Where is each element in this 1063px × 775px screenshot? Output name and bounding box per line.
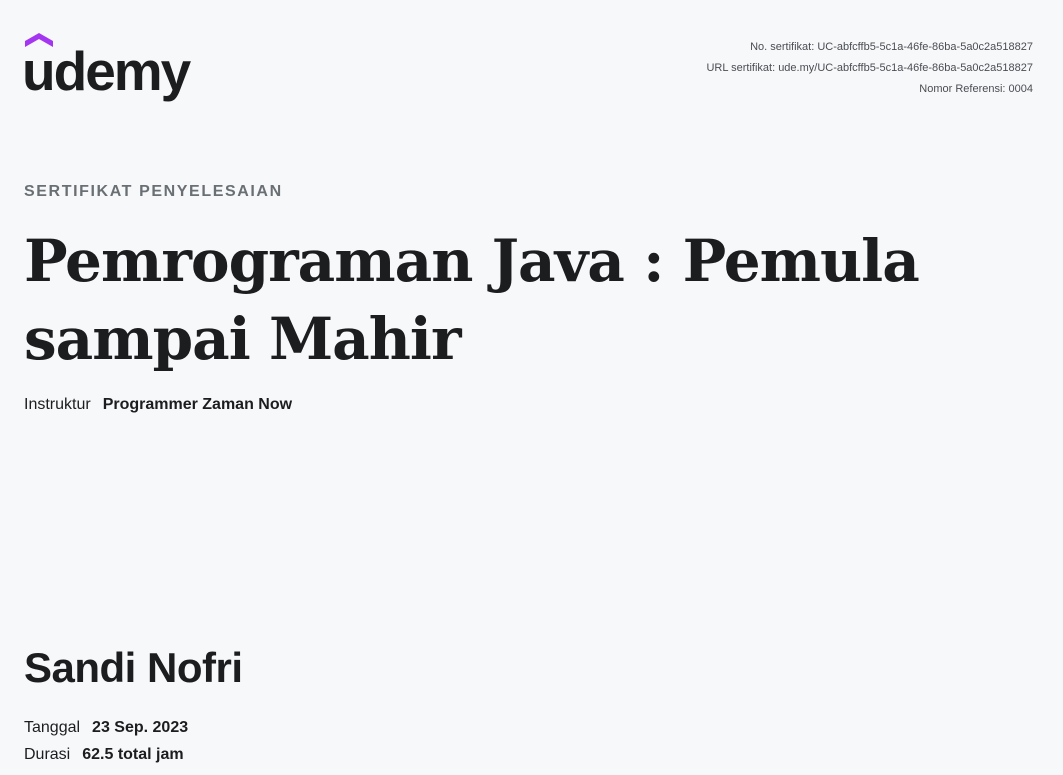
- certificate-meta: No. sertifikat: UC-abfcffb5-5c1a-46fe-86…: [706, 37, 1033, 100]
- certificate-details: Tanggal 23 Sep. 2023 Durasi 62.5 total jam: [24, 714, 188, 768]
- course-title: Pemrograman Java : Pemula sampai Mahir: [24, 227, 920, 373]
- date-value: 23 Sep. 2023: [92, 719, 189, 736]
- date-label: Tanggal: [24, 719, 81, 736]
- instructor-line: Instruktur Programmer Zaman Now: [24, 396, 292, 414]
- duration-value: 62.5 total jam: [82, 746, 184, 763]
- certificate-url: URL sertifikat: ude.my/UC-abfcffb5-5c1a-…: [706, 62, 1033, 74]
- duration-row: Durasi 62.5 total jam: [24, 741, 188, 768]
- reference-number: Nomor Referensi: 0004: [919, 83, 1033, 95]
- recipient-name: Sandi Nofri: [24, 644, 243, 691]
- certificate-type-label: SERTIFIKAT PENYELESAIAN: [24, 183, 283, 200]
- instructor-name: Programmer Zaman Now: [102, 396, 293, 413]
- certificate-number: No. sertifikat: UC-abfcffb5-5c1a-46fe-86…: [750, 41, 1033, 53]
- brand-wordmark: udemy: [22, 40, 191, 102]
- udemy-logo: udemy: [22, 32, 224, 107]
- date-row: Tanggal 23 Sep. 2023: [24, 714, 188, 741]
- duration-label: Durasi: [24, 746, 71, 763]
- instructor-label: Instruktur: [24, 396, 91, 413]
